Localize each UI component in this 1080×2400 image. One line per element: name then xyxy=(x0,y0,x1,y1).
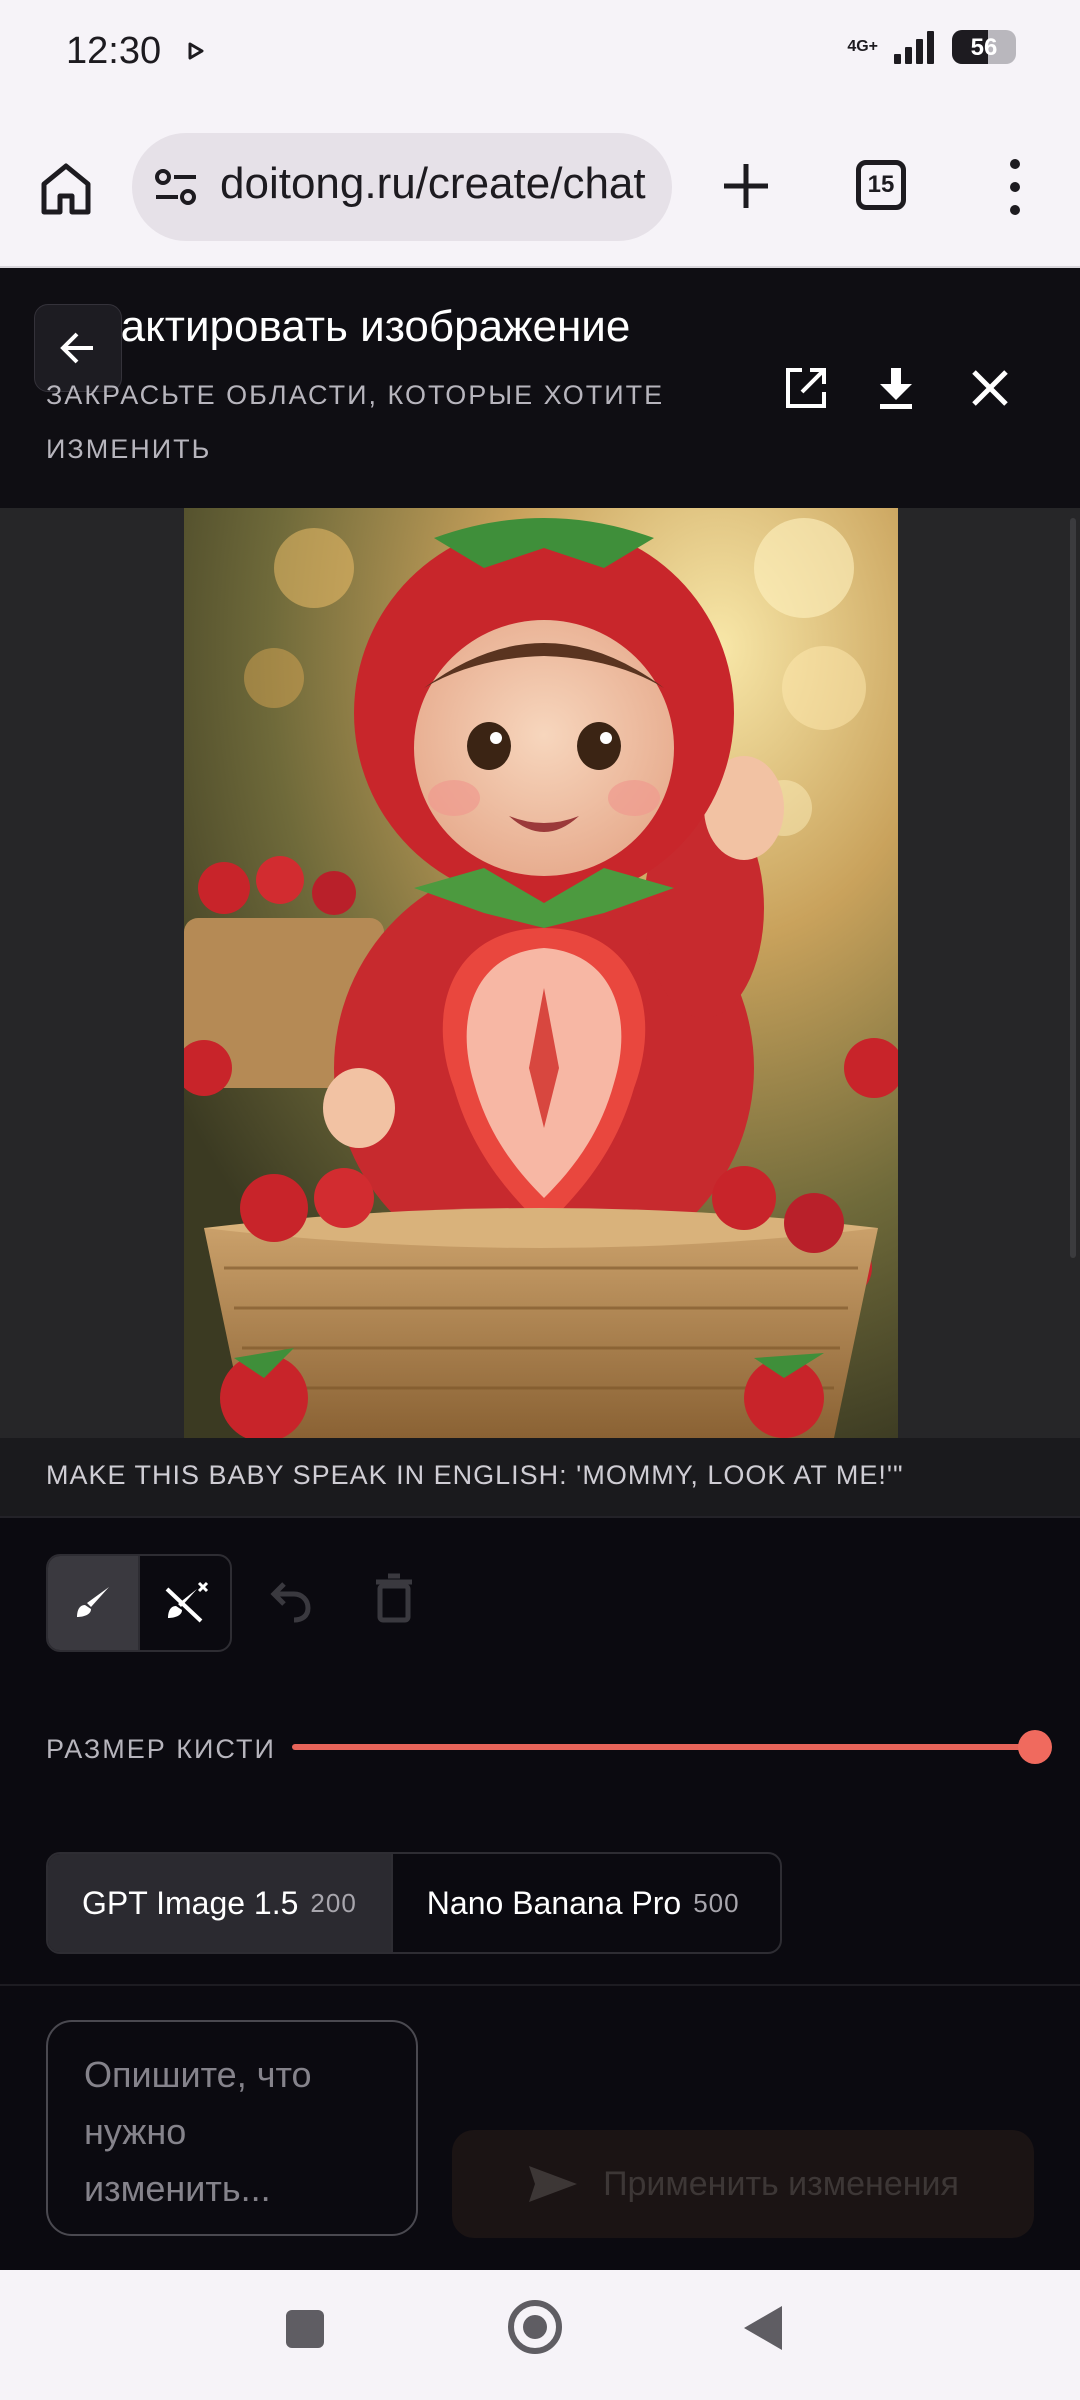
brush-off-icon xyxy=(165,1581,209,1623)
new-tab-icon[interactable] xyxy=(716,156,776,216)
editor-title: Редактировать изображение xyxy=(44,302,631,351)
prompt-caption: MAKE THIS BABY SPEAK IN ENGLISH: 'MOMMY,… xyxy=(46,1460,904,1490)
open-external-icon[interactable] xyxy=(778,360,834,416)
home-nav-icon[interactable] xyxy=(508,2300,562,2354)
site-settings-icon[interactable] xyxy=(154,167,198,207)
more-menu-icon[interactable] xyxy=(1000,152,1030,222)
model-option-nano-banana[interactable]: Nano Banana Pro 500 xyxy=(390,1854,774,1952)
address-bar[interactable]: doitong.ru/create/chat xyxy=(132,133,672,241)
brush-size-slider[interactable] xyxy=(292,1744,1034,1750)
model-selector: GPT Image 1.5 200 Nano Banana Pro 500 xyxy=(46,1852,782,1954)
apply-changes-label: Применить изменения xyxy=(603,2164,959,2203)
editor-header: Редактировать изображение ЗАКРАСЬТЕ ОБЛА… xyxy=(0,268,1080,510)
back-nav-icon[interactable] xyxy=(744,2306,782,2350)
home-icon[interactable] xyxy=(36,158,96,218)
recents-icon[interactable] xyxy=(286,2310,324,2348)
download-icon[interactable] xyxy=(868,360,924,416)
brush-size-slider-thumb[interactable] xyxy=(1018,1730,1052,1764)
apply-changes-button[interactable]: Применить изменения xyxy=(452,2130,1034,2238)
undo-icon[interactable] xyxy=(262,1574,314,1626)
brush-tool-button[interactable] xyxy=(48,1556,138,1650)
model-cost: 500 xyxy=(693,1887,740,1918)
edit-description-placeholder: Опишите, что нужно изменить... xyxy=(84,2054,312,2209)
model-name: GPT Image 1.5 xyxy=(82,1884,299,1921)
model-cost: 200 xyxy=(310,1887,357,1918)
edited-image[interactable] xyxy=(184,508,898,1438)
editor-subtitle: ЗАКРАСЬТЕ ОБЛАСТИ, КОТОРЫЕ ХОТИТЕ ИЗМЕНИ… xyxy=(46,380,665,464)
send-icon xyxy=(529,2166,578,2202)
baby-strawberry-image xyxy=(184,508,898,1438)
model-name: Nano Banana Pro xyxy=(426,1884,682,1921)
battery-icon: 56 xyxy=(952,30,1016,64)
image-canvas[interactable] xyxy=(0,508,1080,1438)
image-editor: Редактировать изображение ЗАКРАСЬТЕ ОБЛА… xyxy=(0,268,1080,2270)
tab-switcher-button[interactable]: 15 xyxy=(856,160,906,210)
trash-icon[interactable] xyxy=(372,1572,416,1624)
eraser-tool-button[interactable] xyxy=(138,1556,230,1650)
edit-description-input[interactable]: Опишите, что нужно изменить... xyxy=(46,2020,418,2236)
signal-icon xyxy=(894,31,934,64)
network-type: 4G+ xyxy=(847,38,878,55)
section-divider xyxy=(0,1984,1080,1986)
url-text: doitong.ru/create/chat xyxy=(220,159,646,208)
status-bar: 12:30 4G+ 56 xyxy=(0,0,1080,108)
system-navigation-bar xyxy=(0,2270,1080,2400)
prompt-caption-bar: MAKE THIS BABY SPEAK IN ENGLISH: 'MOMMY,… xyxy=(0,1438,1080,1518)
close-icon[interactable] xyxy=(962,360,1018,416)
model-option-gpt-image[interactable]: GPT Image 1.5 200 xyxy=(48,1854,391,1952)
image-scrollbar[interactable] xyxy=(1070,518,1076,1258)
brush-size-label: РАЗМЕР КИСТИ xyxy=(46,1734,276,1764)
brush-icon xyxy=(77,1587,109,1617)
battery-level: 56 xyxy=(970,34,998,61)
status-time: 12:30 xyxy=(66,30,162,72)
browser-toolbar: doitong.ru/create/chat 15 xyxy=(0,108,1080,268)
media-play-icon xyxy=(188,42,204,60)
brush-tools xyxy=(46,1554,232,1652)
